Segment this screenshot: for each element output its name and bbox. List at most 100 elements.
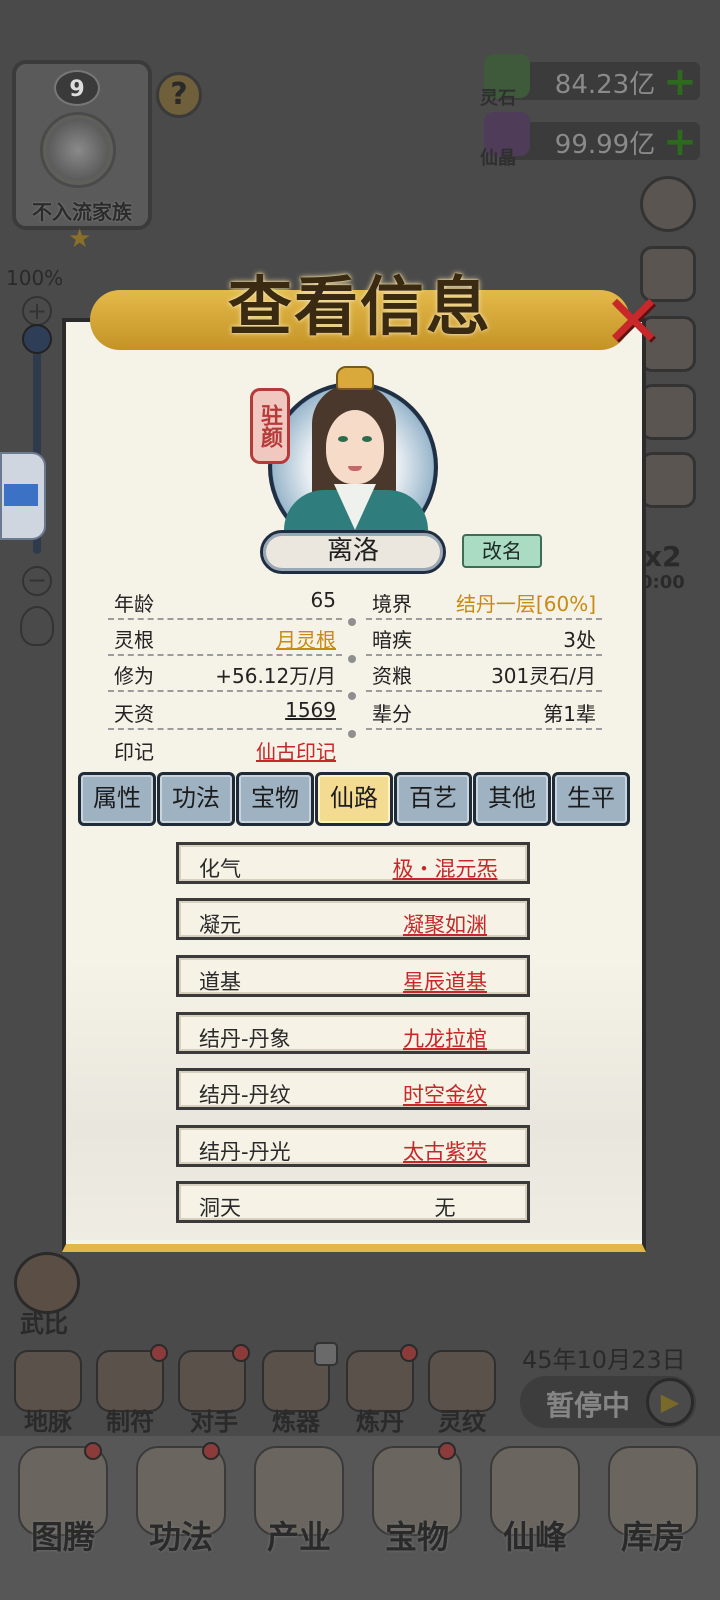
- talent-link[interactable]: 1569: [285, 698, 336, 722]
- list-item[interactable]: 结丹-丹光 太古紫荧: [176, 1125, 530, 1167]
- list-item[interactable]: 结丹-丹象 九龙拉棺: [176, 1012, 530, 1054]
- notification-dot: [202, 1442, 220, 1460]
- nav-warehouse[interactable]: 库房: [598, 1512, 708, 1558]
- list-item[interactable]: 结丹-丹纹 时空金纹: [176, 1068, 530, 1110]
- path-key: 凝元: [199, 913, 241, 937]
- pause-label: 暂停中: [546, 1389, 631, 1422]
- nav-industry[interactable]: 产业: [244, 1512, 354, 1558]
- zoom-in-button[interactable]: +: [22, 296, 52, 326]
- path-key: 结丹-丹纹: [199, 1083, 291, 1107]
- list-item[interactable]: 凝元 凝聚如渊: [176, 898, 530, 940]
- avatar-eye: [338, 436, 348, 442]
- info-row-ailment: 暗疾 3处: [366, 620, 602, 656]
- info-key: 天资: [114, 702, 154, 726]
- path-key: 化气: [199, 857, 241, 881]
- family-level: 9: [54, 70, 100, 106]
- rename-button[interactable]: 改名: [462, 534, 542, 568]
- speed-timer: 0:00: [640, 572, 685, 593]
- nav-technique[interactable]: 功法: [126, 1512, 236, 1558]
- realm-value: 结丹一层[60%]: [455, 592, 596, 616]
- help-button[interactable]: ?: [156, 72, 202, 118]
- info-key: 境界: [372, 592, 412, 616]
- status-seal: 驻颜: [250, 388, 290, 464]
- speed-x2-label[interactable]: x2: [644, 540, 682, 573]
- tab-attributes[interactable]: 属性: [78, 772, 156, 826]
- info-row-resource: 资粮 301灵石/月: [366, 656, 602, 692]
- zoom-slider-handle[interactable]: [22, 324, 52, 354]
- path-value-link[interactable]: 极・混元炁: [355, 853, 535, 883]
- path-key: 结丹-丹象: [199, 1027, 291, 1051]
- play-icon[interactable]: ▶: [646, 1378, 694, 1426]
- nav-peak[interactable]: 仙峰: [480, 1512, 590, 1558]
- action-artifact-forge[interactable]: 炼器: [256, 1402, 336, 1437]
- book-icon[interactable]: [640, 384, 696, 440]
- action-alchemy[interactable]: 炼丹: [340, 1402, 420, 1437]
- immortal-crystal-label: 仙晶: [480, 148, 516, 169]
- path-value-link[interactable]: 凝聚如渊: [355, 909, 535, 939]
- path-value-link[interactable]: 星辰道基: [355, 966, 535, 996]
- notification-dot: [232, 1344, 250, 1362]
- tab-skills[interactable]: 百艺: [394, 772, 472, 826]
- notification-dot: [438, 1442, 456, 1460]
- location-pin-icon[interactable]: [20, 606, 54, 646]
- zoom-out-button[interactable]: −: [22, 566, 52, 596]
- notification-dot: [150, 1344, 168, 1362]
- info-key: 灵根: [114, 628, 154, 652]
- info-row-talent[interactable]: 天资 1569: [108, 694, 342, 730]
- action-earth-vein[interactable]: 地脉: [8, 1402, 88, 1437]
- yin-yang-icon[interactable]: [640, 176, 696, 232]
- spirit-root-link[interactable]: 月灵根: [276, 624, 336, 653]
- mark-link[interactable]: 仙古印记: [256, 736, 336, 765]
- tab-immortal-path[interactable]: 仙路: [315, 772, 393, 826]
- info-key: 暗疾: [372, 628, 412, 652]
- info-key: 资粮: [372, 664, 412, 688]
- tab-techniques[interactable]: 功法: [157, 772, 235, 826]
- list-item[interactable]: 化气 极・混元炁: [176, 842, 530, 884]
- tab-other[interactable]: 其他: [473, 772, 551, 826]
- immortal-crystal-value: 99.99亿: [554, 130, 656, 160]
- path-key: 洞天: [199, 1196, 241, 1220]
- info-value: 65: [310, 588, 336, 612]
- info-row-cultivation: 修为 +56.12万/月: [108, 656, 342, 692]
- path-value-link[interactable]: 时空金纹: [355, 1079, 535, 1109]
- divider-dot: [348, 618, 356, 626]
- action-spirit-pattern[interactable]: 灵纹: [422, 1402, 502, 1437]
- game-date: 45年10月23日: [522, 1346, 686, 1374]
- info-row-root[interactable]: 灵根 月灵根: [108, 620, 342, 656]
- spirit-stone-value: 84.23亿: [554, 70, 656, 100]
- divider-dot: [348, 655, 356, 663]
- action-rival[interactable]: 对手: [174, 1402, 254, 1437]
- avatar-face: [326, 410, 384, 484]
- info-value: 第1辈: [543, 702, 596, 726]
- list-item[interactable]: 道基 星辰道基: [176, 955, 530, 997]
- family-emblem-icon: [40, 112, 116, 188]
- nav-totem[interactable]: 图腾: [8, 1512, 118, 1558]
- info-key: 修为: [114, 664, 154, 688]
- nav-treasure[interactable]: 宝物: [362, 1512, 472, 1558]
- divider-dot: [348, 730, 356, 738]
- avatar-eye: [362, 436, 372, 442]
- close-button[interactable]: ✕: [598, 285, 668, 357]
- tab-treasures[interactable]: 宝物: [236, 772, 314, 826]
- character-name: 离洛: [260, 530, 446, 574]
- info-row-generation: 辈分 第1辈: [366, 694, 602, 730]
- family-name: 不入流家族: [32, 200, 132, 224]
- add-immortal-crystal-button[interactable]: +: [662, 122, 698, 162]
- avatar-crown: [336, 366, 374, 390]
- path-value-link[interactable]: 九龙拉棺: [355, 1023, 535, 1053]
- action-talisman[interactable]: 制符: [90, 1402, 170, 1437]
- dialog-title: 查看信息: [228, 270, 492, 345]
- path-value-link[interactable]: 太古紫荧: [355, 1136, 535, 1166]
- map-icon[interactable]: [640, 452, 696, 508]
- info-value: +56.12万/月: [215, 664, 336, 688]
- lock-icon: [314, 1342, 338, 1366]
- add-spirit-stone-button[interactable]: +: [662, 62, 698, 102]
- path-value: 无: [434, 1196, 456, 1220]
- list-item: 洞天 无: [176, 1181, 530, 1223]
- martial-contest-label[interactable]: 武比: [20, 1304, 68, 1339]
- info-row-age: 年龄 65: [108, 584, 342, 620]
- tab-biography[interactable]: 生平: [552, 772, 630, 826]
- side-tab-icon: [4, 484, 38, 506]
- info-row-mark[interactable]: 印记 仙古印记: [114, 732, 336, 766]
- info-value: 3处: [563, 628, 596, 652]
